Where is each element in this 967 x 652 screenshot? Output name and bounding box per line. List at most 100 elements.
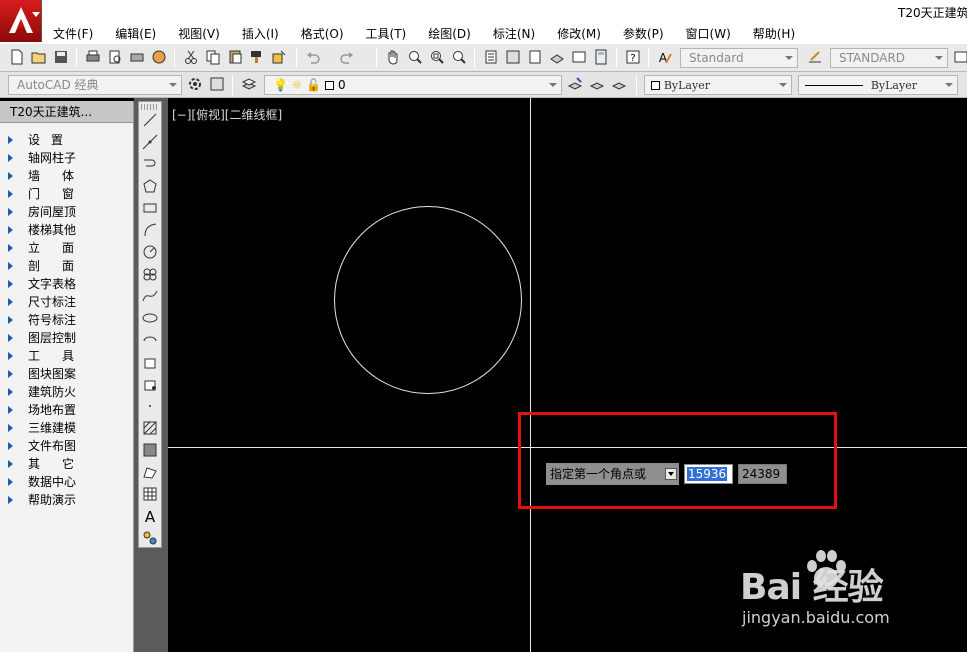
linetype-select[interactable]: ByLayer [798,75,958,95]
menu-draw[interactable]: 绘图(D) [417,25,482,43]
paste-button[interactable] [226,48,244,66]
polygon-button[interactable] [142,178,160,196]
tool-palettes-button[interactable] [526,48,544,66]
list-item[interactable]: 建筑防火 [0,383,133,401]
layer-select[interactable]: 💡 ☼ 🔓 0 [264,75,562,95]
list-item[interactable]: 工具 [0,347,133,365]
table-style-button[interactable] [952,48,967,66]
help-button[interactable]: ? [624,48,642,66]
list-item[interactable]: 数据中心 [0,473,133,491]
list-item[interactable]: 图层控制 [0,329,133,347]
list-item[interactable]: 墙体 [0,167,133,185]
list-item[interactable]: 文字表格 [0,275,133,293]
list-item[interactable]: 门窗 [0,185,133,203]
new-file-button[interactable] [8,48,26,66]
menu-tools[interactable]: 工具(T) [355,25,418,43]
block-editor-button[interactable] [270,48,288,66]
menu-dimension[interactable]: 标注(N) [482,25,546,43]
design-center-button[interactable] [504,48,522,66]
sheet-set-button[interactable] [548,48,566,66]
polyline-button[interactable] [142,156,160,174]
zoom-previous-button[interactable] [450,48,468,66]
print-preview-button[interactable] [106,48,124,66]
menu-help[interactable]: 帮助(H) [742,25,806,43]
calculator-button[interactable] [592,48,610,66]
properties-button[interactable] [482,48,500,66]
list-item[interactable]: 房间屋顶 [0,203,133,221]
add-selected-button[interactable] [142,530,160,548]
prompt-options-button[interactable] [665,468,677,480]
toolbar-grip[interactable] [141,104,159,110]
publish-button[interactable] [128,48,146,66]
arc-button[interactable] [142,222,160,240]
dim-style-button[interactable] [806,48,824,66]
match-properties-button[interactable] [248,48,266,66]
color-select[interactable]: ByLayer [644,75,792,95]
customize-button[interactable] [208,75,226,93]
markup-button[interactable] [570,48,588,66]
copy-button[interactable] [204,48,222,66]
menu-modify[interactable]: 修改(M) [546,25,612,43]
list-item[interactable]: 轴网柱子 [0,149,133,167]
list-item[interactable]: 设置 [0,131,133,149]
workspace-settings-button[interactable] [186,75,204,93]
list-item[interactable]: 帮助演示 [0,491,133,509]
dim-style-select[interactable]: STANDARD [830,48,948,68]
layer-manager-button[interactable] [240,75,258,93]
list-item[interactable]: 符号标注 [0,311,133,329]
text-style-button[interactable]: A [656,48,674,66]
hatch-icon [143,421,157,435]
menu-file[interactable]: 文件(F) [42,25,104,43]
workspace-select[interactable]: AutoCAD 经典 [8,75,182,95]
viewport-controls[interactable]: [−][俯视][二维线框] [172,106,282,123]
dynamic-input-y-field[interactable]: 24389 [738,464,787,484]
zoom-realtime-button[interactable] [406,48,424,66]
point-button[interactable] [142,398,160,416]
3d-publish-button[interactable] [150,48,168,66]
hatch-button[interactable] [142,420,160,438]
pan-button[interactable] [384,48,402,66]
menu-edit[interactable]: 编辑(E) [104,25,167,43]
region-button[interactable] [142,464,160,482]
dynamic-input-x-field[interactable]: 15936 [684,464,733,484]
list-item[interactable]: 尺寸标注 [0,293,133,311]
list-item[interactable]: 文件布图 [0,437,133,455]
list-item[interactable]: 其它 [0,455,133,473]
menu-view[interactable]: 视图(V) [167,25,231,43]
make-current-layer-button[interactable] [566,75,584,93]
rectangle-button[interactable] [142,200,160,218]
circle-button[interactable] [142,244,160,262]
line-tool-button[interactable] [142,112,160,130]
layer-state-button[interactable] [610,75,628,93]
spline-button[interactable] [142,288,160,306]
gradient-button[interactable] [142,442,160,460]
menu-parametric[interactable]: 参数(P) [612,25,675,43]
open-file-button[interactable] [30,48,48,66]
text-style-select[interactable]: Standard [680,48,798,68]
redo-button[interactable] [338,48,356,66]
construction-line-button[interactable] [142,134,160,152]
multiline-text-button[interactable]: A [142,508,160,526]
ellipse-arc-button[interactable] [142,332,160,350]
print-button[interactable] [84,48,102,66]
list-item[interactable]: 楼梯其他 [0,221,133,239]
revision-cloud-button[interactable] [142,266,160,284]
layer-previous-button[interactable] [588,75,606,93]
menu-insert[interactable]: 插入(I) [231,25,290,43]
list-item[interactable]: 立面 [0,239,133,257]
cut-button[interactable] [182,48,200,66]
undo-button[interactable] [304,48,322,66]
list-item[interactable]: 图块图案 [0,365,133,383]
table-button[interactable] [142,486,160,504]
list-item[interactable]: 三维建模 [0,419,133,437]
save-button[interactable] [52,48,70,66]
make-block-button[interactable] [142,376,160,394]
ellipse-button[interactable] [142,310,160,328]
list-item[interactable]: 场地布置 [0,401,133,419]
menu-window[interactable]: 窗口(W) [675,25,742,43]
list-item[interactable]: 剖面 [0,257,133,275]
zoom-window-button[interactable] [428,48,446,66]
insert-block-button[interactable] [142,354,160,372]
application-menu-button[interactable] [0,0,42,42]
menu-format[interactable]: 格式(O) [290,25,355,43]
